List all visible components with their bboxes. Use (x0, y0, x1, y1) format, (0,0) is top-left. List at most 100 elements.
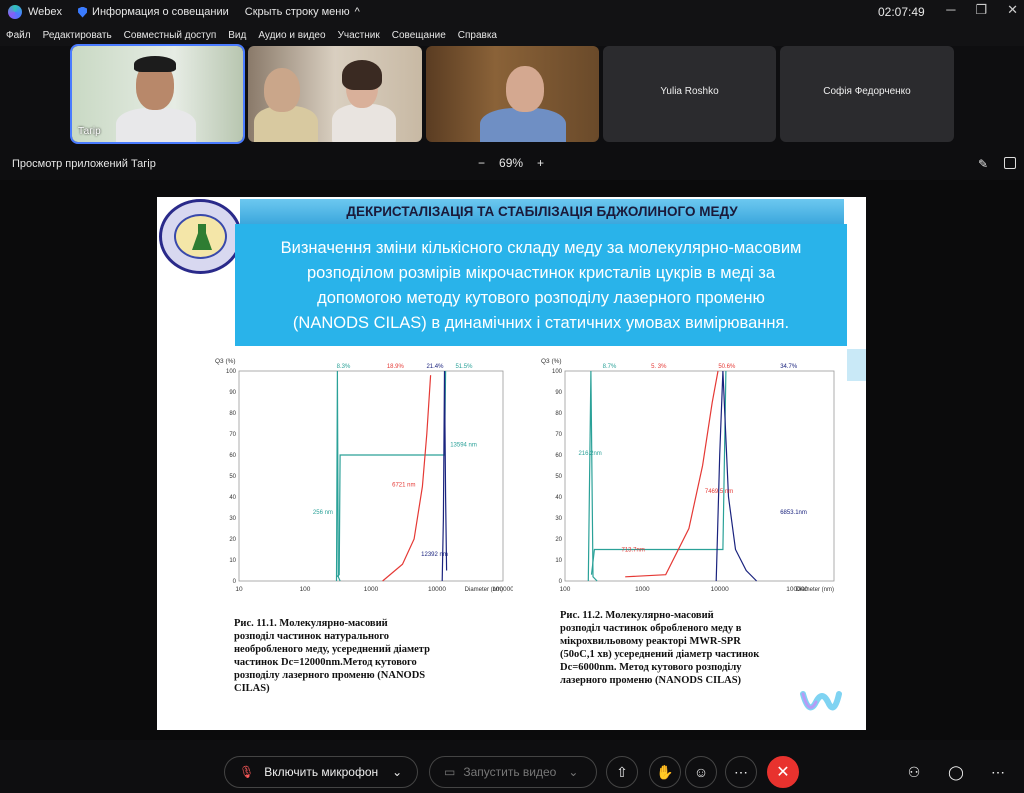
menu-file[interactable]: Файл (6, 30, 31, 41)
y-tick-label: 50 (555, 474, 562, 480)
y-tick-label: 50 (229, 474, 236, 480)
start-video-button[interactable]: ▭ Запустить видео ⌄ (429, 756, 597, 788)
y-tick-label: 10 (229, 558, 236, 564)
y-tick-label: 90 (229, 390, 236, 396)
menu-view[interactable]: Вид (228, 30, 246, 41)
title-bar: Webex Информация о совещании Скрыть стро… (0, 0, 1024, 24)
annotation-label: 51.5% (455, 364, 473, 370)
x-axis-label: Diameter (nm) (465, 587, 503, 593)
y-axis-label: Q3 (%) (541, 358, 562, 365)
participants-icon[interactable]: ⚇ (898, 756, 930, 788)
zoom-level: 69% (499, 156, 524, 170)
more-panels-icon[interactable]: ⋯ (982, 756, 1014, 788)
y-tick-label: 40 (555, 495, 562, 501)
chart-2: Q3 (%) 0 10 20 30 40 50 60 70 80 90 100 100 1000 10000… (541, 358, 835, 593)
meeting-clock: 02:07:49 (878, 5, 925, 19)
restore-icon[interactable]: ❐ (975, 2, 987, 18)
series-line (441, 370, 448, 582)
share-view-title: Просмотр приложений Тагір (12, 158, 156, 170)
chevron-down-icon[interactable]: ⌄ (392, 765, 402, 779)
annotation-label: 7469.5 nm (705, 489, 733, 495)
annotation-label: 21.4% (426, 364, 444, 370)
y-tick-label: 30 (229, 516, 236, 522)
chevron-up-icon: ^ (354, 6, 360, 18)
annotation-label: 713.7nm (621, 548, 644, 554)
y-tick-label: 10 (555, 558, 562, 564)
menu-participant[interactable]: Участник (338, 30, 380, 41)
menu-meeting[interactable]: Совещание (392, 30, 446, 41)
annotation-label: 18.9% (387, 364, 405, 370)
x-tick-label: 100 (300, 586, 311, 593)
slide-header: ДЕКРИСТАЛІЗАЦІЯ ТА СТАБІЛІЗАЦІЯ БДЖОЛИНО… (240, 199, 844, 225)
meeting-info-label: Информация о совещании (92, 6, 229, 18)
minimize-icon[interactable]: ─ (946, 2, 955, 18)
y-tick-label: 90 (555, 390, 562, 396)
participant-tile-yulia[interactable]: Yulia Roshko (603, 46, 776, 142)
zoom-out-button[interactable]: − (478, 156, 485, 170)
y-tick-label: 40 (229, 495, 236, 501)
chevron-down-icon[interactable]: ⌄ (568, 765, 578, 779)
series-line (382, 375, 432, 582)
reactions-icon[interactable]: ☺ (685, 756, 717, 788)
pop-out-icon[interactable] (1004, 157, 1016, 169)
annotation-label: 256 nm (313, 510, 333, 516)
participant-tile-2[interactable] (248, 46, 422, 142)
y-axis-label: Q3 (%) (215, 358, 236, 365)
y-tick-label: 60 (229, 453, 236, 459)
annotation-label: 8.3% (337, 364, 351, 370)
annotation-label: 50.6% (718, 364, 736, 370)
y-tick-label: 100 (552, 369, 563, 375)
series-line (590, 370, 727, 575)
y-tick-label: 0 (233, 579, 237, 585)
share-icon[interactable]: ⇧ (606, 756, 638, 788)
video-off-icon: ▭ (444, 765, 456, 779)
figure-caption-2: Рис. 11.2. Молекулярно-масовий розподіл … (560, 610, 760, 686)
hide-menu-button[interactable]: Скрыть строку меню ^ (245, 6, 360, 18)
plot-frame (238, 370, 504, 582)
x-tick-label: 10000 (711, 586, 729, 593)
hide-menu-label: Скрыть строку меню (244, 6, 350, 18)
y-tick-label: 70 (555, 432, 562, 438)
meeting-info-button[interactable]: Информация о совещании (78, 6, 229, 18)
participant-name: Тагір (78, 126, 101, 137)
university-emblem (159, 199, 242, 274)
menu-audio-video[interactable]: Аудио и видео (258, 30, 325, 41)
figure-caption-1: Рис. 11.1. Молекулярно-масовий розподіл … (234, 618, 430, 694)
x-axis-label: Diameter (nm) (796, 587, 834, 593)
y-tick-label: 80 (229, 411, 236, 417)
y-tick-label: 80 (555, 411, 562, 417)
close-window-icon[interactable]: ✕ (1007, 2, 1018, 18)
annotate-icon[interactable]: ✎ (978, 157, 988, 171)
menu-bar: Файл Редактировать Совместный доступ Вид… (0, 24, 1024, 46)
x-tick-label: 100 (560, 586, 571, 593)
menu-share[interactable]: Совместный доступ (124, 30, 217, 41)
y-tick-label: 30 (555, 516, 562, 522)
participant-video (116, 108, 196, 142)
zoom-controls: − 69% + (478, 156, 544, 170)
participant-strip: Тагір Yulia Roshko Софія Федорченко (0, 44, 1024, 148)
menu-edit[interactable]: Редактировать (43, 30, 112, 41)
y-tick-label: 0 (559, 579, 563, 585)
more-options-icon[interactable]: ⋯ (725, 756, 757, 788)
y-tick-label: 70 (229, 432, 236, 438)
mic-muted-icon: 🎙 (239, 765, 255, 779)
x-tick-label: 10000 (428, 586, 446, 593)
participant-tile-sofia[interactable]: Софія Федорченко (780, 46, 954, 142)
end-call-button[interactable]: ✕ (767, 756, 799, 788)
raise-hand-icon[interactable]: ✋ (649, 756, 681, 788)
app-name: Webex (28, 6, 63, 18)
series-line (625, 370, 719, 578)
slide-subtitle: Визначення зміни кількісного складу меду… (235, 224, 847, 346)
participant-name: Yulia Roshko (660, 86, 719, 97)
share-view-bar: Просмотр приложений Тагір − 69% + ✎ (0, 150, 1024, 178)
menu-help[interactable]: Справка (458, 30, 497, 41)
participant-tile-3[interactable] (426, 46, 599, 142)
participant-tile-tagir[interactable]: Тагір (70, 44, 245, 144)
zoom-in-button[interactable]: + (537, 156, 544, 170)
annotation-label: 8.7% (603, 364, 617, 370)
meeting-controls: 🎙 Включить микрофон ⌄ ▭ Запустить видео … (0, 743, 1024, 793)
chat-icon[interactable]: ◯ (940, 756, 972, 788)
y-tick-label: 20 (229, 537, 236, 543)
start-video-label: Запустить видео (463, 765, 557, 779)
unmute-button[interactable]: 🎙 Включить микрофон ⌄ (224, 756, 418, 788)
